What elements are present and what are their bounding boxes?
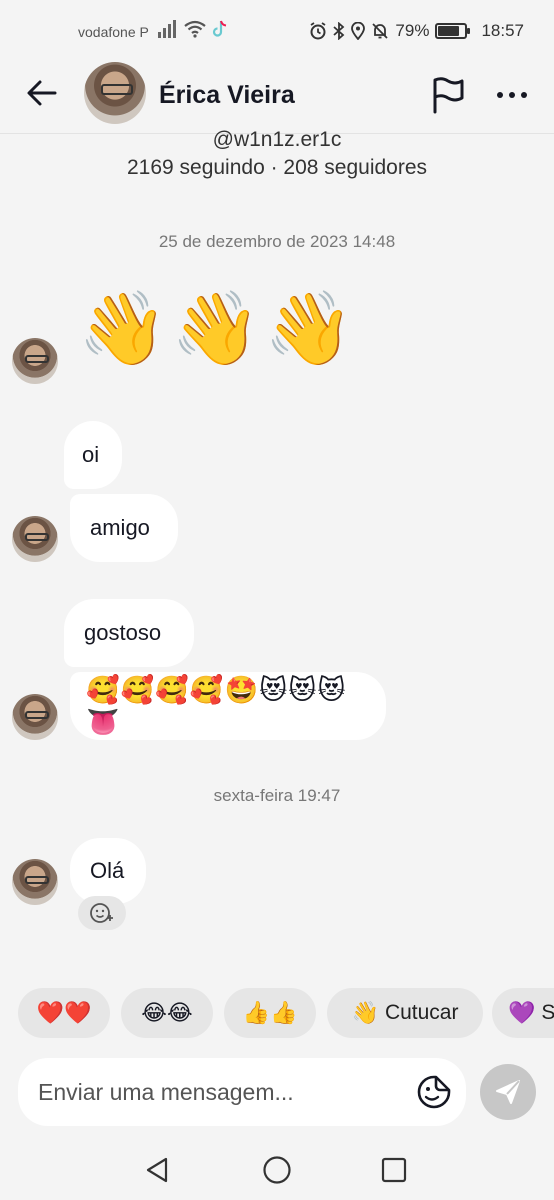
flag-icon[interactable]	[430, 76, 466, 114]
quick-reply-emoji: ❤️❤️	[36, 1000, 92, 1025]
quick-reply-poke[interactable]: 👋 Cutucar	[327, 988, 483, 1038]
status-bar: vodafone P 79% 18:57	[0, 0, 554, 64]
message-input[interactable]	[38, 1072, 408, 1112]
quick-reply-label: Cutucar	[384, 1001, 459, 1024]
sender-avatar[interactable]	[12, 694, 58, 740]
message-text: Olá	[90, 858, 125, 883]
sender-avatar[interactable]	[12, 859, 58, 905]
avatar[interactable]	[84, 62, 146, 124]
quick-reply-label: S	[541, 1001, 554, 1024]
add-reaction-icon	[90, 903, 113, 923]
chat-header: Érica Vieira	[0, 60, 554, 134]
message-bubble[interactable]: amigo	[70, 494, 178, 562]
message-bubble[interactable]: 🥰🥰🥰🥰🤩😻😻😻👅	[70, 672, 386, 740]
add-reaction-button[interactable]	[78, 896, 126, 930]
message-bubble[interactable]: oi	[64, 421, 122, 489]
quick-reply-hearts[interactable]: ❤️❤️	[18, 988, 110, 1038]
message-bubble[interactable]: gostoso	[64, 599, 194, 667]
quick-reply-thumbs[interactable]: 👍👍	[224, 988, 316, 1038]
carrier-label: vodafone P	[78, 24, 149, 40]
contact-name[interactable]: Érica Vieira	[159, 81, 295, 110]
wifi-icon	[184, 20, 206, 38]
quick-reply-emoji: 😂😂	[141, 1000, 193, 1025]
quick-reply-emoji: 👍👍	[242, 1000, 298, 1025]
tiktok-icon	[212, 20, 227, 37]
sender-avatar[interactable]	[12, 516, 58, 562]
message-bubble[interactable]: Olá	[70, 838, 146, 904]
message-text: oi	[82, 442, 100, 467]
wave-emoji-message[interactable]: 👋	[78, 292, 168, 364]
profile-handle: @w1n1z.er1c	[212, 128, 342, 151]
message-text: amigo	[90, 515, 150, 540]
alarm-icon	[310, 22, 326, 40]
wave-emoji-message[interactable]: 👋	[171, 292, 261, 364]
nav-recents-icon[interactable]	[381, 1157, 407, 1183]
more-icon[interactable]	[492, 78, 532, 112]
send-icon	[496, 1080, 520, 1104]
message-text: 🥰🥰🥰🥰🤩😻😻😻👅	[86, 675, 347, 737]
sender-avatar[interactable]	[12, 338, 58, 384]
nav-home-icon[interactable]	[262, 1155, 292, 1185]
follow-stats: 2169 seguindo · 208 seguidores	[126, 156, 428, 179]
message-composer	[18, 1058, 466, 1126]
location-icon	[351, 22, 366, 40]
system-nav-bar	[0, 1140, 554, 1200]
silent-bell-icon	[372, 23, 389, 39]
wave-icon: 👋	[351, 1000, 379, 1025]
message-timestamp: sexta-feira 19:47	[213, 786, 341, 805]
back-arrow-icon[interactable]	[22, 72, 64, 114]
message-text: gostoso	[84, 620, 162, 645]
bluetooth-icon	[333, 22, 345, 40]
battery-percent: 79%	[395, 21, 430, 40]
battery-icon	[435, 23, 471, 39]
quick-reply-more[interactable]: 💜 S	[492, 988, 554, 1038]
wave-emoji-message[interactable]: 👋	[264, 292, 354, 364]
send-button[interactable]	[480, 1064, 536, 1120]
message-timestamp: 25 de dezembro de 2023 14:48	[158, 232, 396, 251]
sticker-face-icon[interactable]	[416, 1074, 452, 1110]
quick-reply-laugh[interactable]: 😂😂	[121, 988, 213, 1038]
nav-back-icon[interactable]	[144, 1156, 172, 1184]
sticker-icon: 💜	[508, 1000, 536, 1025]
clock: 18:57	[481, 21, 524, 40]
signal-icon	[158, 20, 176, 38]
